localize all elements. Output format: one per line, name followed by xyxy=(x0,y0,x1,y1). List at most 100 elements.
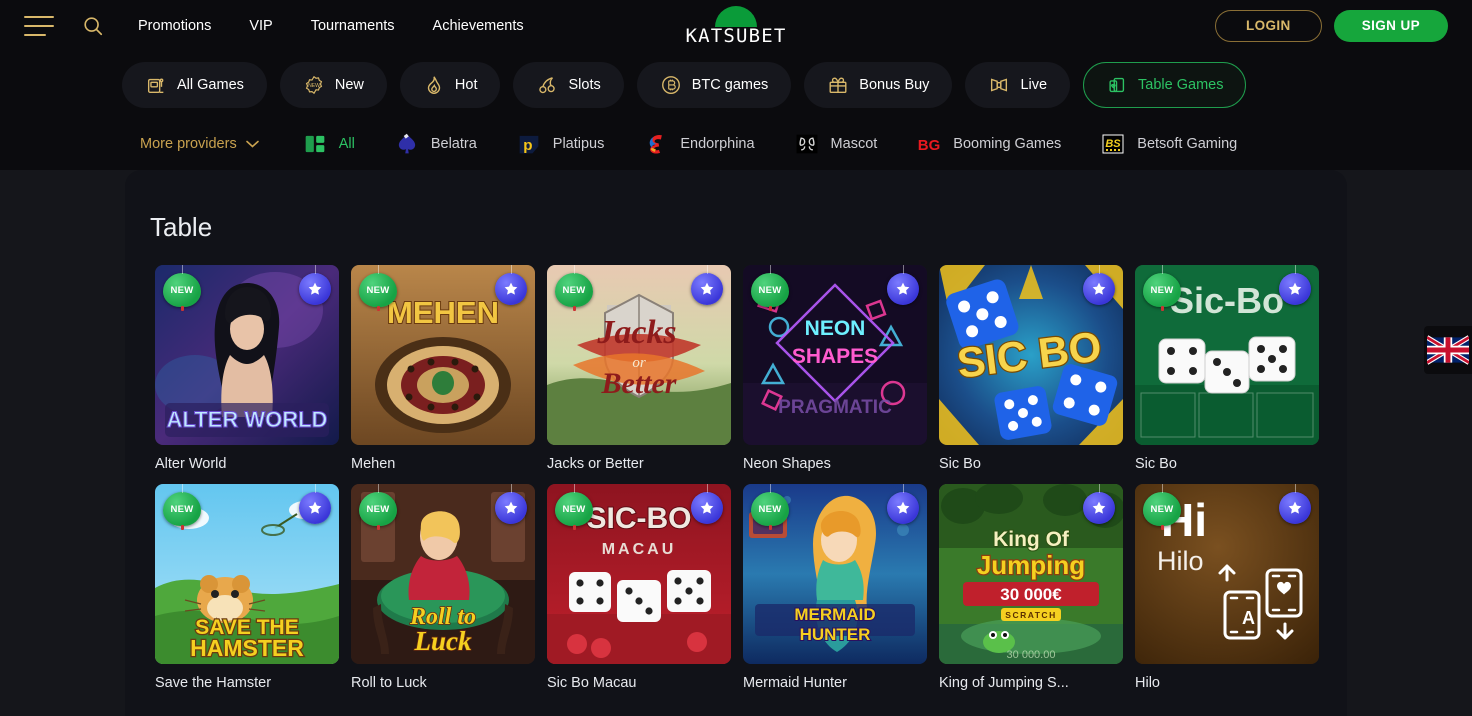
game-thumbnail[interactable]: Hi Hilo A NEW xyxy=(1135,484,1319,664)
provider-item-betsoft-gaming[interactable]: BS Betsoft Gaming xyxy=(1099,130,1237,158)
favorite-badge[interactable] xyxy=(887,484,919,524)
provider-item-platipus[interactable]: p Platipus xyxy=(515,130,604,158)
new-badge: NEW xyxy=(751,265,789,311)
cards-icon xyxy=(1109,77,1125,92)
favorite-badge[interactable] xyxy=(495,265,527,305)
logo-dome-icon xyxy=(715,6,757,27)
game-card[interactable]: Sic-Bo NEW Sic Bo xyxy=(1135,265,1319,472)
svg-text:King Of: King Of xyxy=(993,528,1070,551)
provider-label: Belatra xyxy=(430,136,477,152)
game-thumbnail[interactable]: SAVE THE HAMSTER NEW xyxy=(155,484,339,664)
game-thumbnail[interactable]: SIC-BO MACAU NEW xyxy=(547,484,731,664)
star-icon xyxy=(504,501,518,514)
game-title: Sic Bo xyxy=(1135,456,1177,472)
category-pill-slots[interactable]: Slots xyxy=(513,61,624,108)
provider-item-all[interactable]: All xyxy=(301,130,355,158)
game-title: Mehen xyxy=(351,456,396,472)
star-icon xyxy=(1092,282,1106,295)
category-pill-new[interactable]: NEW New xyxy=(279,61,387,108)
star-icon xyxy=(1092,501,1106,514)
mascot-logo xyxy=(796,134,818,154)
svg-text:PRAGMATIC: PRAGMATIC xyxy=(778,397,892,418)
search-icon[interactable] xyxy=(82,15,104,37)
svg-text:ALTER WORLD: ALTER WORLD xyxy=(167,407,328,432)
favorite-badge[interactable] xyxy=(1083,265,1115,305)
category-pill-table-games[interactable]: Table Games xyxy=(1083,61,1247,108)
category-pill-all-games[interactable]: All Games xyxy=(122,61,267,108)
favorite-badge[interactable] xyxy=(495,484,527,524)
provider-label: All xyxy=(338,136,355,152)
game-card[interactable]: King Of Jumping 30 000€ SCRATCH 30 000.0… xyxy=(939,484,1123,691)
game-title: Save the Hamster xyxy=(155,675,272,691)
game-thumbnail[interactable]: MERMAID HUNTER NEW xyxy=(743,484,927,664)
gift-icon xyxy=(829,76,847,93)
nav-item-achievements[interactable]: Achievements xyxy=(433,18,524,34)
game-card[interactable]: Roll to Luck NEW Roll to Luck xyxy=(351,484,535,691)
bitcoin-icon xyxy=(661,75,680,94)
provider-item-booming-games[interactable]: BG Booming Games xyxy=(915,130,1061,158)
nav-item-tournaments[interactable]: Tournaments xyxy=(311,18,395,34)
svg-text:MACAU: MACAU xyxy=(602,541,677,558)
game-thumbnail[interactable]: Sic-Bo NEW xyxy=(1135,265,1319,445)
favorite-badge[interactable] xyxy=(1083,484,1115,524)
favorite-badge[interactable] xyxy=(299,265,331,305)
svg-text:SHAPES: SHAPES xyxy=(792,345,878,368)
game-card[interactable]: MERMAID HUNTER NEW Mermaid Hunter xyxy=(743,484,927,691)
star-icon xyxy=(308,501,322,514)
game-card[interactable]: SAVE THE HAMSTER NEW Save the Hamster xyxy=(155,484,339,691)
svg-text:p: p xyxy=(523,137,532,154)
game-card[interactable]: SIC-BO MACAU NEW Sic Bo Macau xyxy=(547,484,731,691)
booming-bg-logo: BG xyxy=(918,137,941,154)
game-card[interactable]: NEON SHAPES PRAGMATIC NEW Neon Shapes xyxy=(743,265,927,472)
new-badge: NEW xyxy=(555,265,593,311)
category-pill-bonus-buy[interactable]: Bonus Buy xyxy=(804,61,953,108)
game-card[interactable]: MEHEN NEW Mehen xyxy=(351,265,535,472)
more-providers-dropdown[interactable]: More providers xyxy=(140,136,259,152)
svg-text:BG: BG xyxy=(918,137,941,154)
game-thumbnail[interactable]: SIC BO xyxy=(939,265,1123,445)
flame-icon xyxy=(427,75,441,94)
slot-machine-icon xyxy=(147,78,164,93)
svg-text:MEHEN: MEHEN xyxy=(387,295,499,330)
svg-text:BS: BS xyxy=(1106,138,1122,150)
provider-item-belatra[interactable]: Belatra xyxy=(393,130,477,158)
logo-text: KATSUBET xyxy=(685,25,787,47)
favorite-badge[interactable] xyxy=(1279,265,1311,305)
bowtie-icon xyxy=(991,78,1008,91)
category-pill-live[interactable]: Live xyxy=(965,61,1071,108)
game-card[interactable]: Jacks or Better NEW Jacks or Better xyxy=(547,265,731,472)
chevron-down-icon xyxy=(245,140,259,148)
favorite-badge[interactable] xyxy=(299,484,331,524)
game-thumbnail[interactable]: MEHEN NEW xyxy=(351,265,535,445)
favorite-badge[interactable] xyxy=(691,265,723,305)
category-pill-btc-games[interactable]: BTC games xyxy=(636,61,792,108)
nav-item-promotions[interactable]: Promotions xyxy=(138,18,211,34)
game-card[interactable]: SIC BO Sic Bo xyxy=(939,265,1123,472)
provider-item-endorphina[interactable]: Endorphina xyxy=(642,130,755,158)
game-card[interactable]: ALTER WORLD NEW Alter World xyxy=(155,265,339,472)
category-pill-hot[interactable]: Hot xyxy=(399,61,501,108)
game-title: King of Jumping S... xyxy=(939,675,1069,691)
top-header: Promotions VIP Tournaments Achievements … xyxy=(0,0,1472,51)
login-button[interactable]: LOGIN xyxy=(1214,10,1322,42)
hamburger-icon[interactable] xyxy=(24,15,54,36)
signup-button[interactable]: SIGN UP xyxy=(1333,10,1448,42)
game-card[interactable]: Hi Hilo A NEW Hilo xyxy=(1135,484,1319,691)
nav-item-vip[interactable]: VIP xyxy=(249,18,272,34)
game-title: Jacks or Better xyxy=(547,456,644,472)
game-title: Hilo xyxy=(1135,675,1160,691)
game-thumbnail[interactable]: Jacks or Better NEW xyxy=(547,265,731,445)
favorite-badge[interactable] xyxy=(1279,484,1311,524)
site-logo[interactable]: KATSUBET xyxy=(661,6,811,47)
provider-item-mascot[interactable]: Mascot xyxy=(793,130,877,158)
favorite-badge[interactable] xyxy=(691,484,723,524)
game-thumbnail[interactable]: Roll to Luck NEW xyxy=(351,484,535,664)
favorite-badge[interactable] xyxy=(887,265,919,305)
game-thumbnail[interactable]: NEON SHAPES PRAGMATIC NEW xyxy=(743,265,927,445)
game-thumbnail[interactable]: ALTER WORLD NEW xyxy=(155,265,339,445)
category-filter-bar: All Games NEW New Hot Slots BTC games Bo… xyxy=(0,51,1472,118)
game-thumbnail[interactable]: King Of Jumping 30 000€ SCRATCH 30 000.0… xyxy=(939,484,1123,664)
new-badge: NEW xyxy=(163,265,201,311)
new-badge: NEW xyxy=(359,265,397,311)
language-selector[interactable] xyxy=(1424,326,1472,374)
